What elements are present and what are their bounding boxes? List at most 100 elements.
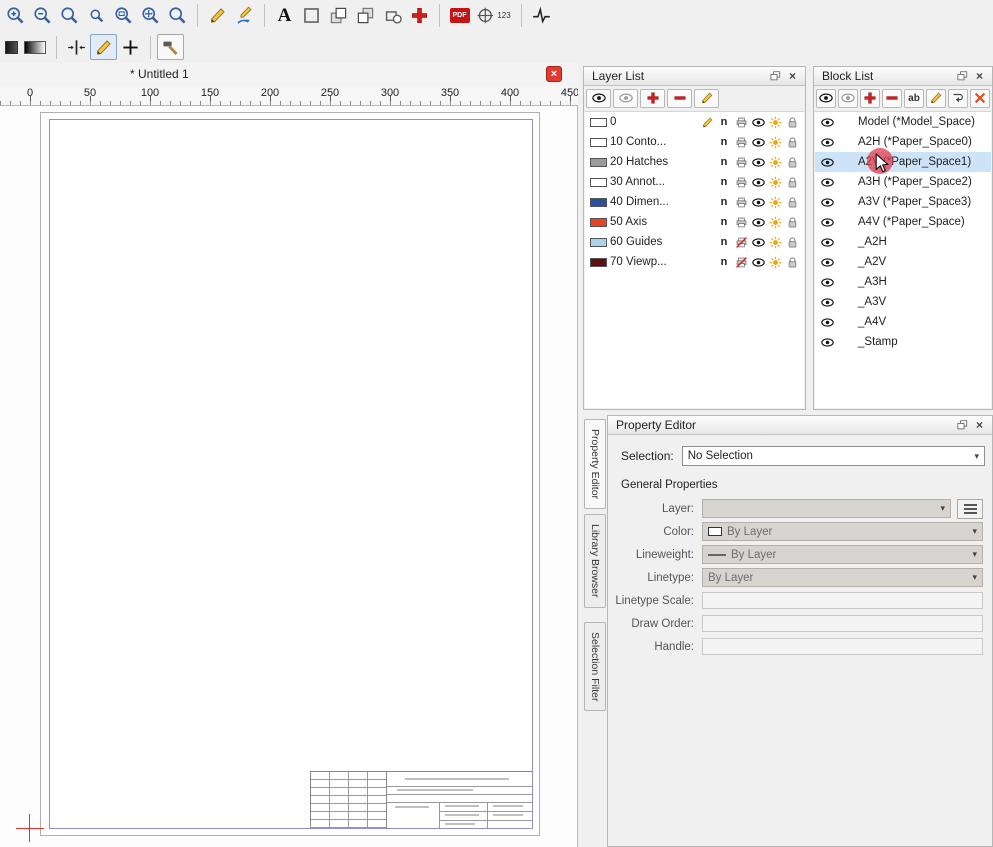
block-visibility-eye-icon[interactable] [820,275,834,289]
linetype-combobox[interactable]: By Layer ▾ [702,568,983,587]
layer-n-icon[interactable]: n [717,255,731,269]
rename-block-button[interactable]: ab [904,89,924,108]
add-layer-button[interactable] [640,89,665,108]
block-row[interactable]: _A3H [815,272,991,292]
layer-no-print-icon[interactable] [734,255,748,269]
layer-row[interactable]: 20 Hatches n [585,152,804,172]
add-block-button[interactable] [860,89,880,108]
layer-lock-icon[interactable] [785,135,799,149]
layer-combobox[interactable]: ▾ [702,499,951,518]
layer-sun-icon[interactable] [768,135,782,149]
layer-n-icon[interactable]: n [717,155,731,169]
layer-visibility-eye-icon[interactable] [751,215,765,229]
block-row[interactable]: A4V (*Paper_Space) [815,212,991,232]
insert-block-button[interactable] [948,89,968,108]
layer-n-icon[interactable]: n [717,135,731,149]
tab-property-editor[interactable]: Property Editor [584,419,606,509]
close-block-edit-button[interactable] [970,89,990,108]
layer-print-icon[interactable] [734,175,748,189]
block-row[interactable]: A3V (*Paper_Space3) [815,192,991,212]
layer-row[interactable]: 60 Guides n [585,232,804,252]
hide-all-layers-button[interactable] [613,89,638,108]
layer-lock-icon[interactable] [785,195,799,209]
layer-lock-icon[interactable] [785,215,799,229]
layer-menu-button[interactable] [957,499,983,519]
block-visibility-eye-icon[interactable] [820,175,834,189]
block-row[interactable]: _Stamp [815,332,991,352]
block-visibility-eye-icon[interactable] [820,195,834,209]
layer-row[interactable]: 50 Axis n [585,212,804,232]
block-row[interactable]: A3H (*Paper_Space2) [815,172,991,192]
block-row[interactable]: A2H (*Paper_Space0) [815,132,991,152]
block-visibility-eye-icon[interactable] [820,255,834,269]
layer-sun-icon[interactable] [768,235,782,249]
layer-print-icon[interactable] [734,155,748,169]
color-combobox[interactable]: By Layer ▾ [702,522,983,541]
text-tool-button[interactable]: A [271,3,298,29]
layer-row[interactable]: 30 Annot... n [585,172,804,192]
close-panel-button[interactable]: × [784,69,801,84]
to-back-button[interactable] [352,3,379,29]
layer-visibility-eye-icon[interactable] [751,255,765,269]
draw-line-button[interactable] [90,34,117,60]
layer-print-icon[interactable] [734,215,748,229]
layer-print-icon[interactable] [734,135,748,149]
show-all-blocks-button[interactable] [816,89,836,108]
hide-all-blocks-button[interactable] [838,89,858,108]
edit-layer-button[interactable] [694,89,719,108]
layer-visibility-eye-icon[interactable] [751,115,765,129]
layer-lock-icon[interactable] [785,115,799,129]
zoom-redraw-button[interactable] [164,3,191,29]
to-front-button[interactable] [325,3,352,29]
layer-sun-icon[interactable] [768,255,782,269]
lineweight-combobox[interactable]: By Layer ▾ [702,545,983,564]
zoom-window-button[interactable] [110,3,137,29]
layer-print-icon[interactable] [734,115,748,129]
tab-selection-filter[interactable]: Selection Filter [584,622,606,711]
layer-sun-icon[interactable] [768,115,782,129]
layer-lock-icon[interactable] [785,255,799,269]
auto-zoom-button[interactable] [56,3,83,29]
layer-visibility-eye-icon[interactable] [751,195,765,209]
dark-swatch-button[interactable] [2,34,20,60]
rectangle-tool-button[interactable] [298,3,325,29]
drawing-canvas[interactable] [0,106,578,847]
tools-button[interactable] [157,34,184,60]
float-panel-button[interactable] [954,418,971,433]
layer-sun-icon[interactable] [768,155,782,169]
document-tab-title[interactable]: * Untitled 1 [130,67,189,81]
block-visibility-eye-icon[interactable] [820,335,834,349]
remove-layer-button[interactable] [667,89,692,108]
polyline-tool-button[interactable] [528,3,555,29]
layer-lock-icon[interactable] [785,175,799,189]
block-visibility-eye-icon[interactable] [820,295,834,309]
add-button[interactable] [406,3,433,29]
block-visibility-eye-icon[interactable] [820,235,834,249]
gradient-swatch-button[interactable] [20,34,50,60]
layer-sun-icon[interactable] [768,195,782,209]
layer-lock-icon[interactable] [785,155,799,169]
block-row[interactable]: _A2V [815,252,991,272]
layer-n-icon[interactable]: n [717,175,731,189]
draw-order-input[interactable] [702,615,983,632]
linetype-scale-input[interactable] [702,592,983,609]
round-tool-button[interactable] [379,3,406,29]
zoom-in-button[interactable] [2,3,29,29]
layer-n-icon[interactable]: n [717,195,731,209]
layer-row[interactable]: 10 Conto... n [585,132,804,152]
show-all-layers-button[interactable] [586,89,611,108]
layer-sun-icon[interactable] [768,215,782,229]
pen-tool-button[interactable] [204,3,231,29]
layer-n-icon[interactable]: n [717,235,731,249]
block-visibility-eye-icon[interactable] [820,155,834,169]
block-visibility-eye-icon[interactable] [820,215,834,229]
point-numbering-button[interactable]: 123 [473,3,515,29]
snap-point-button[interactable] [117,34,144,60]
snap-middle-button[interactable] [63,34,90,60]
layer-row[interactable]: 40 Dimen... n [585,192,804,212]
zoom-pan-button[interactable] [137,3,164,29]
block-row[interactable]: _A2H [815,232,991,252]
handle-input[interactable] [702,638,983,655]
block-row[interactable]: _A3V [815,292,991,312]
layer-visibility-eye-icon[interactable] [751,235,765,249]
